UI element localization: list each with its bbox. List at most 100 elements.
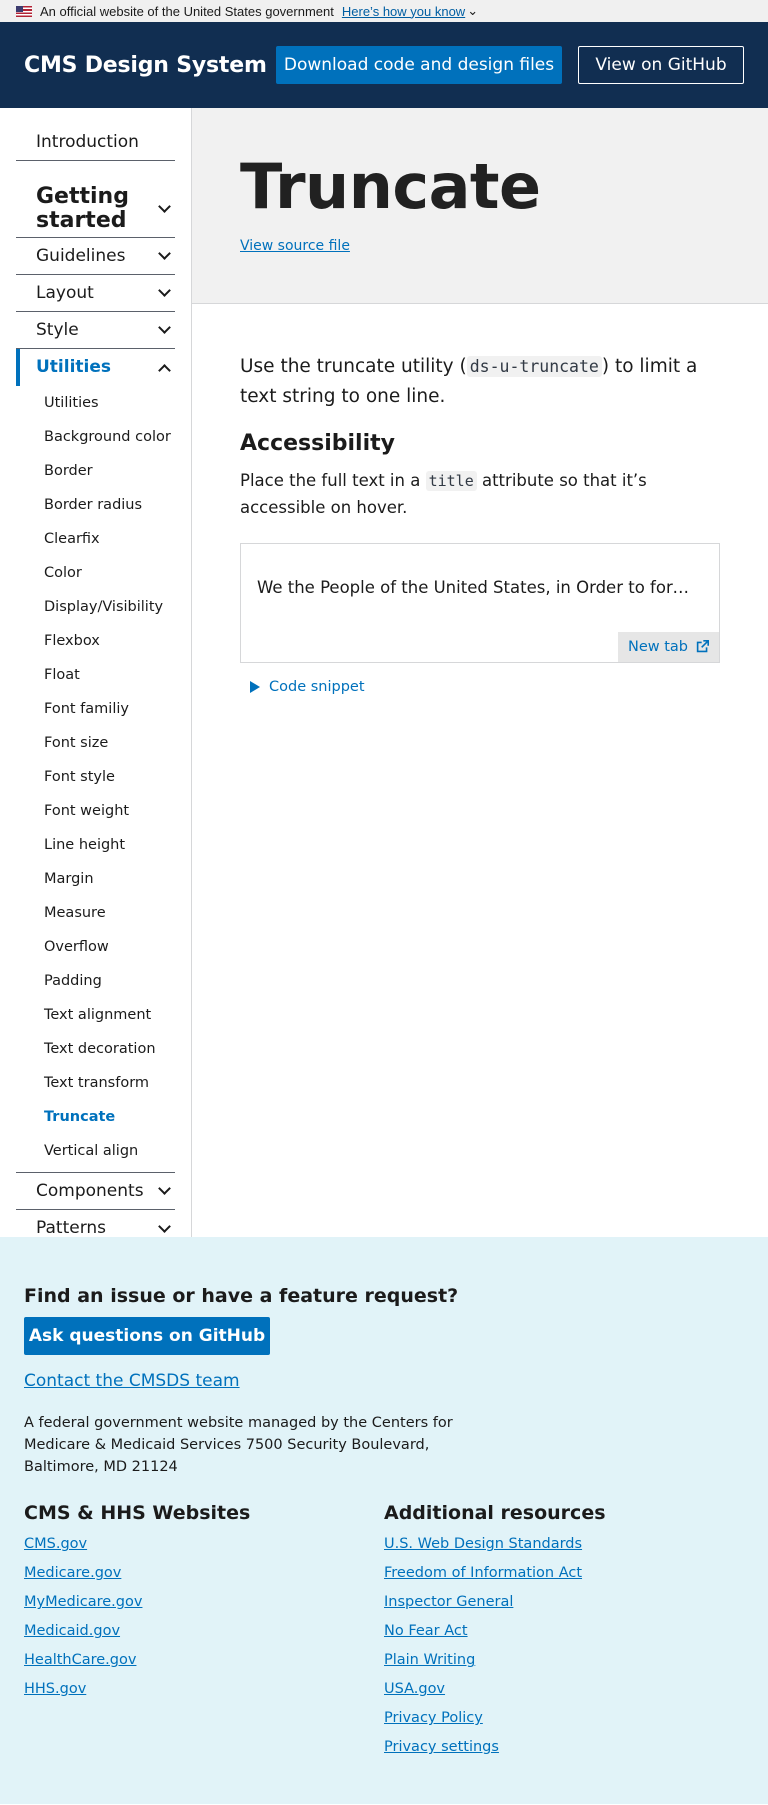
- us-flag-icon: [16, 5, 32, 17]
- sidebar-subitem[interactable]: Color: [16, 556, 175, 590]
- sidebar-subitem[interactable]: Measure: [16, 896, 175, 930]
- footer-column-heading: Additional resources: [384, 1502, 606, 1525]
- sidebar-subitem[interactable]: Text transform: [16, 1066, 175, 1100]
- sidebar-subitem[interactable]: Font style: [16, 760, 175, 794]
- sidebar-subitem[interactable]: Display/Visibility: [16, 590, 175, 624]
- accessibility-paragraph: Place the full text in a title attribute…: [240, 468, 720, 521]
- sidebar-item-label: Guidelines: [36, 245, 126, 266]
- footer-link[interactable]: Plain Writing: [384, 1646, 744, 1675]
- sidebar-item-label: Components: [36, 1180, 144, 1201]
- sidebar-item-components[interactable]: Components: [16, 1173, 175, 1210]
- sidebar-subitem[interactable]: Border radius: [16, 488, 175, 522]
- sidebar-subitem[interactable]: Clearfix: [16, 522, 175, 556]
- site-header: CMS Design System Download code and desi…: [0, 22, 768, 108]
- sidebar-subitem[interactable]: Line height: [16, 828, 175, 862]
- main-content: Truncate View source file Use the trunca…: [192, 108, 768, 1237]
- sidebar-subitem[interactable]: Margin: [16, 862, 175, 896]
- sidebar-subitem[interactable]: Utilities: [16, 386, 175, 420]
- gov-banner-text: An official website of the United States…: [40, 3, 334, 19]
- footer-link[interactable]: No Fear Act: [384, 1617, 744, 1646]
- footer-link[interactable]: CMS.gov: [24, 1530, 384, 1559]
- sidebar-subitem[interactable]: Border: [16, 454, 175, 488]
- footer-column-cms-hhs: CMS & HHS Websites CMS.gov Medicare.gov …: [24, 1502, 384, 1762]
- example-preview: We the People of the United States, in O…: [240, 542, 720, 663]
- code-snippet-toggle[interactable]: Code snippet: [240, 679, 720, 695]
- footer-column-heading: CMS & HHS Websites: [24, 1502, 251, 1525]
- sidebar-item-label: Getting started: [36, 183, 129, 233]
- sidebar-subitem[interactable]: Float: [16, 658, 175, 692]
- chevron-down-icon[interactable]: ⌄: [467, 3, 478, 19]
- ask-github-button[interactable]: Ask questions on GitHub: [24, 1317, 270, 1355]
- chevron-down-icon: [158, 247, 171, 260]
- heres-how-you-know-link[interactable]: Here’s how you know: [342, 4, 465, 19]
- sidebar-subitem[interactable]: Padding: [16, 964, 175, 998]
- sidebar-item-patterns[interactable]: Patterns: [16, 1210, 175, 1247]
- chevron-down-icon: [158, 200, 171, 213]
- sidebar-item-label: Introduction: [36, 131, 139, 152]
- site-footer: Find an issue or have a feature request?…: [0, 1237, 768, 1804]
- article-body: Use the truncate utility (ds-u-truncate)…: [192, 304, 768, 695]
- new-tab-button[interactable]: New tab: [617, 631, 719, 662]
- truncated-example-text: We the People of the United States, in O…: [257, 577, 703, 597]
- footer-link[interactable]: Medicare.gov: [24, 1559, 384, 1588]
- utilities-sublist: Utilities Background color Border Border…: [16, 386, 175, 1173]
- footer-link[interactable]: USA.gov: [384, 1675, 744, 1704]
- chevron-down-icon: [158, 284, 171, 297]
- new-tab-label: New tab: [627, 638, 688, 655]
- intro-paragraph: Use the truncate utility (ds-u-truncate)…: [240, 352, 710, 411]
- sidebar-subitem[interactable]: Flexbox: [16, 624, 175, 658]
- footer-link[interactable]: Freedom of Information Act: [384, 1559, 744, 1588]
- feedback-heading: Find an issue or have a feature request?: [24, 1285, 459, 1307]
- sidebar-subitem[interactable]: Vertical align: [16, 1134, 175, 1168]
- sidebar-subitem[interactable]: Text decoration: [16, 1032, 175, 1066]
- code-snippet-label: Code snippet: [269, 678, 365, 695]
- sidebar-item-layout[interactable]: Layout: [16, 275, 175, 312]
- sidebar-subitem[interactable]: Overflow: [16, 930, 175, 964]
- sidebar-item-guidelines[interactable]: Guidelines: [16, 238, 175, 275]
- download-button[interactable]: Download code and design files: [276, 46, 562, 84]
- view-source-link[interactable]: View source file: [240, 238, 350, 254]
- sidebar-subitem[interactable]: Background color: [16, 420, 175, 454]
- class-name-code: ds-u-truncate: [466, 356, 602, 377]
- sidebar-item-label: Patterns: [36, 1218, 107, 1239]
- sidebar-item-label: Layout: [36, 282, 94, 303]
- page-title: Truncate: [240, 150, 541, 223]
- footer-link[interactable]: U.S. Web Design Standards: [384, 1530, 744, 1559]
- sidebar-subitem[interactable]: Font size: [16, 726, 175, 760]
- chevron-down-icon: [158, 1182, 171, 1195]
- footer-link[interactable]: MyMedicare.gov: [24, 1588, 384, 1617]
- footer-link[interactable]: Privacy Policy: [384, 1704, 744, 1733]
- chevron-up-icon: [158, 363, 171, 377]
- gov-banner: An official website of the United States…: [0, 0, 768, 22]
- chevron-down-icon: [158, 1219, 171, 1233]
- footer-link[interactable]: Medicaid.gov: [24, 1617, 384, 1646]
- intro-text: Use the truncate utility (: [240, 356, 467, 377]
- sidebar-subitem[interactable]: Text alignment: [16, 998, 175, 1032]
- page-layout: Introduction Getting started Guidelines …: [0, 108, 768, 1237]
- sidebar-item-label: Utilities: [36, 357, 112, 378]
- footer-column-resources: Additional resources U.S. Web Design Sta…: [384, 1502, 744, 1762]
- sidebar-item-getting-started[interactable]: Getting started: [16, 181, 175, 238]
- federal-notice: A federal government website managed by …: [24, 1415, 453, 1475]
- external-link-icon: [696, 640, 709, 653]
- contact-team-link[interactable]: Contact the CMSDS team: [24, 1371, 240, 1391]
- footer-link[interactable]: Inspector General: [384, 1588, 744, 1617]
- sidebar-item-utilities[interactable]: Utilities: [16, 349, 175, 386]
- sidebar-subitem[interactable]: Font familiy: [16, 692, 175, 726]
- sidebar-subitem[interactable]: Font weight: [16, 794, 175, 828]
- site-title[interactable]: CMS Design System: [24, 53, 276, 78]
- a11y-text: Place the full text in a: [240, 471, 426, 491]
- triangle-right-icon: [250, 680, 260, 693]
- sidebar-item-label: Style: [36, 319, 79, 340]
- sidebar-subitem-current[interactable]: Truncate: [16, 1100, 175, 1134]
- footer-link[interactable]: HHS.gov: [24, 1675, 384, 1704]
- sidebar-nav: Introduction Getting started Guidelines …: [0, 108, 192, 1237]
- footer-link[interactable]: HealthCare.gov: [24, 1646, 384, 1675]
- footer-link[interactable]: Privacy settings: [384, 1733, 744, 1762]
- accessibility-heading: Accessibility: [240, 431, 395, 457]
- sidebar-item-introduction[interactable]: Introduction: [16, 124, 175, 161]
- page-hero: Truncate View source file: [192, 108, 768, 304]
- sidebar-item-style[interactable]: Style: [16, 312, 175, 349]
- chevron-down-icon: [158, 321, 171, 334]
- github-button[interactable]: View on GitHub: [578, 46, 744, 84]
